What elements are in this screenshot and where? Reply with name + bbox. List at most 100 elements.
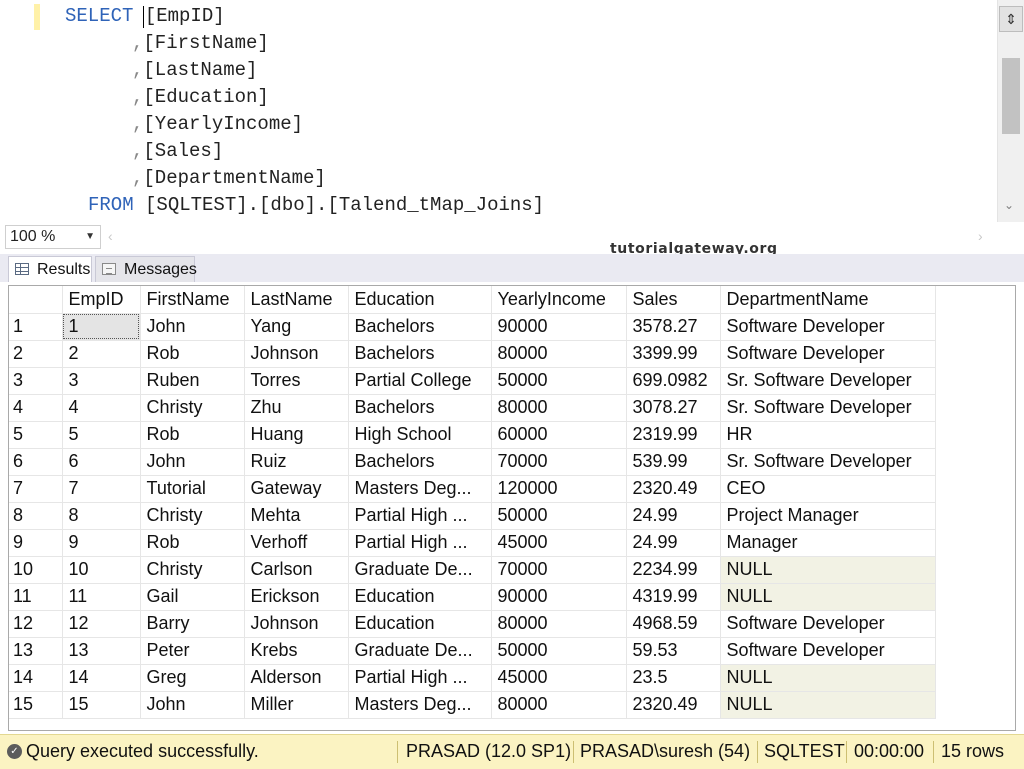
table-cell[interactable]: 120000 <box>491 475 627 503</box>
results-grid[interactable]: EmpID FirstName LastName Education YearlyInc… <box>9 286 936 719</box>
table-cell[interactable]: Gail <box>140 583 245 611</box>
table-cell[interactable]: Alderson <box>244 664 349 692</box>
table-cell[interactable]: Ruiz <box>244 448 349 476</box>
table-cell[interactable]: Peter <box>140 637 245 665</box>
table-cell[interactable]: Carlson <box>244 556 349 584</box>
table-cell[interactable]: 4319.99 <box>626 583 721 611</box>
table-cell[interactable]: 45000 <box>491 529 627 557</box>
table-cell[interactable]: 3578.27 <box>626 313 721 341</box>
table-cell[interactable]: 3399.99 <box>626 340 721 368</box>
table-cell[interactable]: 70000 <box>491 448 627 476</box>
table-cell[interactable]: 90000 <box>491 583 627 611</box>
scroll-left-icon[interactable]: ‹ <box>108 228 113 244</box>
table-cell[interactable]: NULL <box>720 664 936 692</box>
table-cell[interactable]: 60000 <box>491 421 627 449</box>
table-cell[interactable]: Sr. Software Developer <box>720 394 936 422</box>
table-cell[interactable]: 11 <box>62 583 141 611</box>
chevron-down-icon[interactable]: ⌄ <box>1004 198 1014 212</box>
table-cell[interactable]: Mehta <box>244 502 349 530</box>
table-cell[interactable]: Sr. Software Developer <box>720 367 936 395</box>
table-cell[interactable]: Miller <box>244 691 349 719</box>
table-cell[interactable]: Erickson <box>244 583 349 611</box>
table-cell[interactable]: 50000 <box>491 502 627 530</box>
table-cell[interactable]: John <box>140 313 245 341</box>
table-cell[interactable]: Project Manager <box>720 502 936 530</box>
table-cell[interactable]: 24.99 <box>626 502 721 530</box>
table-cell[interactable]: Software Developer <box>720 637 936 665</box>
tab-results[interactable]: Results <box>8 256 92 282</box>
table-cell[interactable]: 2320.49 <box>626 475 721 503</box>
table-cell[interactable]: Rob <box>140 421 245 449</box>
column-header[interactable]: LastName <box>244 286 349 314</box>
table-cell[interactable]: John <box>140 448 245 476</box>
column-header[interactable]: Education <box>348 286 492 314</box>
code-line[interactable]: SELECT [EmpID] <box>65 3 225 30</box>
table-row[interactable]: 3 3 Ruben Torres Partial College 50000 699.098… <box>9 367 936 395</box>
table-cell[interactable]: Rob <box>140 340 245 368</box>
table-cell[interactable]: NULL <box>720 691 936 719</box>
table-cell[interactable]: Gateway <box>244 475 349 503</box>
row-number[interactable]: 1 <box>9 313 63 341</box>
row-number[interactable]: 9 <box>9 529 63 557</box>
table-row[interactable]: 2 2 Rob Johnson Bachelors 80000 3399.99 Softwar… <box>9 340 936 368</box>
table-cell[interactable]: 5 <box>62 421 141 449</box>
table-row[interactable]: 4 4 Christy Zhu Bachelors 80000 3078.27 Sr. Sof… <box>9 394 936 422</box>
table-cell[interactable]: 10 <box>62 556 141 584</box>
table-cell[interactable]: Christy <box>140 394 245 422</box>
table-cell[interactable]: Johnson <box>244 340 349 368</box>
table-row[interactable]: 7 7 Tutorial Gateway Masters Deg... 120000 232… <box>9 475 936 503</box>
table-cell[interactable]: NULL <box>720 583 936 611</box>
table-row[interactable]: 1 1 John Yang Bachelors 90000 3578.27 Software … <box>9 313 936 341</box>
table-cell[interactable]: Rob <box>140 529 245 557</box>
code-line[interactable]: ,[Education] <box>132 84 269 111</box>
table-cell[interactable]: Bachelors <box>348 394 492 422</box>
row-number[interactable]: 5 <box>9 421 63 449</box>
table-cell[interactable]: Greg <box>140 664 245 692</box>
table-row[interactable]: 5 5 Rob Huang High School 60000 2319.99 HR <box>9 421 936 449</box>
table-cell[interactable]: Krebs <box>244 637 349 665</box>
table-row[interactable]: 15 15 John Miller Masters Deg... 80000 2320.49… <box>9 691 936 719</box>
table-cell[interactable]: 7 <box>62 475 141 503</box>
table-cell[interactable]: Zhu <box>244 394 349 422</box>
table-cell[interactable]: 80000 <box>491 394 627 422</box>
table-cell[interactable]: 80000 <box>491 340 627 368</box>
table-row[interactable]: 12 12 Barry Johnson Education 80000 4968.59 Sof… <box>9 610 936 638</box>
table-cell[interactable]: 1 <box>62 313 141 341</box>
table-cell[interactable]: CEO <box>720 475 936 503</box>
table-cell[interactable]: 50000 <box>491 367 627 395</box>
table-cell[interactable]: Sr. Software Developer <box>720 448 936 476</box>
table-cell[interactable]: 3078.27 <box>626 394 721 422</box>
query-editor[interactable]: SELECT [EmpID] ,[FirstName] ,[LastName] ,[E… <box>0 0 1024 222</box>
column-header[interactable]: Sales <box>626 286 721 314</box>
table-row[interactable]: 10 10 Christy Carlson Graduate De... 70000 223… <box>9 556 936 584</box>
table-cell[interactable]: 23.5 <box>626 664 721 692</box>
column-header[interactable]: YearlyIncome <box>491 286 627 314</box>
row-number[interactable]: 4 <box>9 394 63 422</box>
table-cell[interactable]: Manager <box>720 529 936 557</box>
table-cell[interactable]: 24.99 <box>626 529 721 557</box>
table-cell[interactable]: Bachelors <box>348 448 492 476</box>
table-cell[interactable]: John <box>140 691 245 719</box>
table-cell[interactable]: 6 <box>62 448 141 476</box>
tab-messages[interactable]: Messages <box>95 256 197 282</box>
table-cell[interactable]: Christy <box>140 502 245 530</box>
code-line[interactable]: ,[Sales] <box>132 138 223 165</box>
table-cell[interactable]: Verhoff <box>244 529 349 557</box>
scroll-right-icon[interactable]: › <box>978 228 983 244</box>
row-number[interactable]: 6 <box>9 448 63 476</box>
table-cell[interactable]: Masters Deg... <box>348 691 492 719</box>
table-cell[interactable]: 70000 <box>491 556 627 584</box>
table-cell[interactable]: 4968.59 <box>626 610 721 638</box>
column-header[interactable] <box>9 286 63 314</box>
table-cell[interactable]: Partial College <box>348 367 492 395</box>
table-cell[interactable]: 2234.99 <box>626 556 721 584</box>
table-cell[interactable]: 15 <box>62 691 141 719</box>
table-cell[interactable]: 90000 <box>491 313 627 341</box>
row-number[interactable]: 13 <box>9 637 63 665</box>
table-cell[interactable]: 80000 <box>491 610 627 638</box>
editor-vertical-scrollbar[interactable]: ⇕ ⌄ <box>997 0 1024 222</box>
table-cell[interactable]: Yang <box>244 313 349 341</box>
table-cell[interactable]: Barry <box>140 610 245 638</box>
table-cell[interactable]: 8 <box>62 502 141 530</box>
table-cell[interactable]: Partial High ... <box>348 502 492 530</box>
